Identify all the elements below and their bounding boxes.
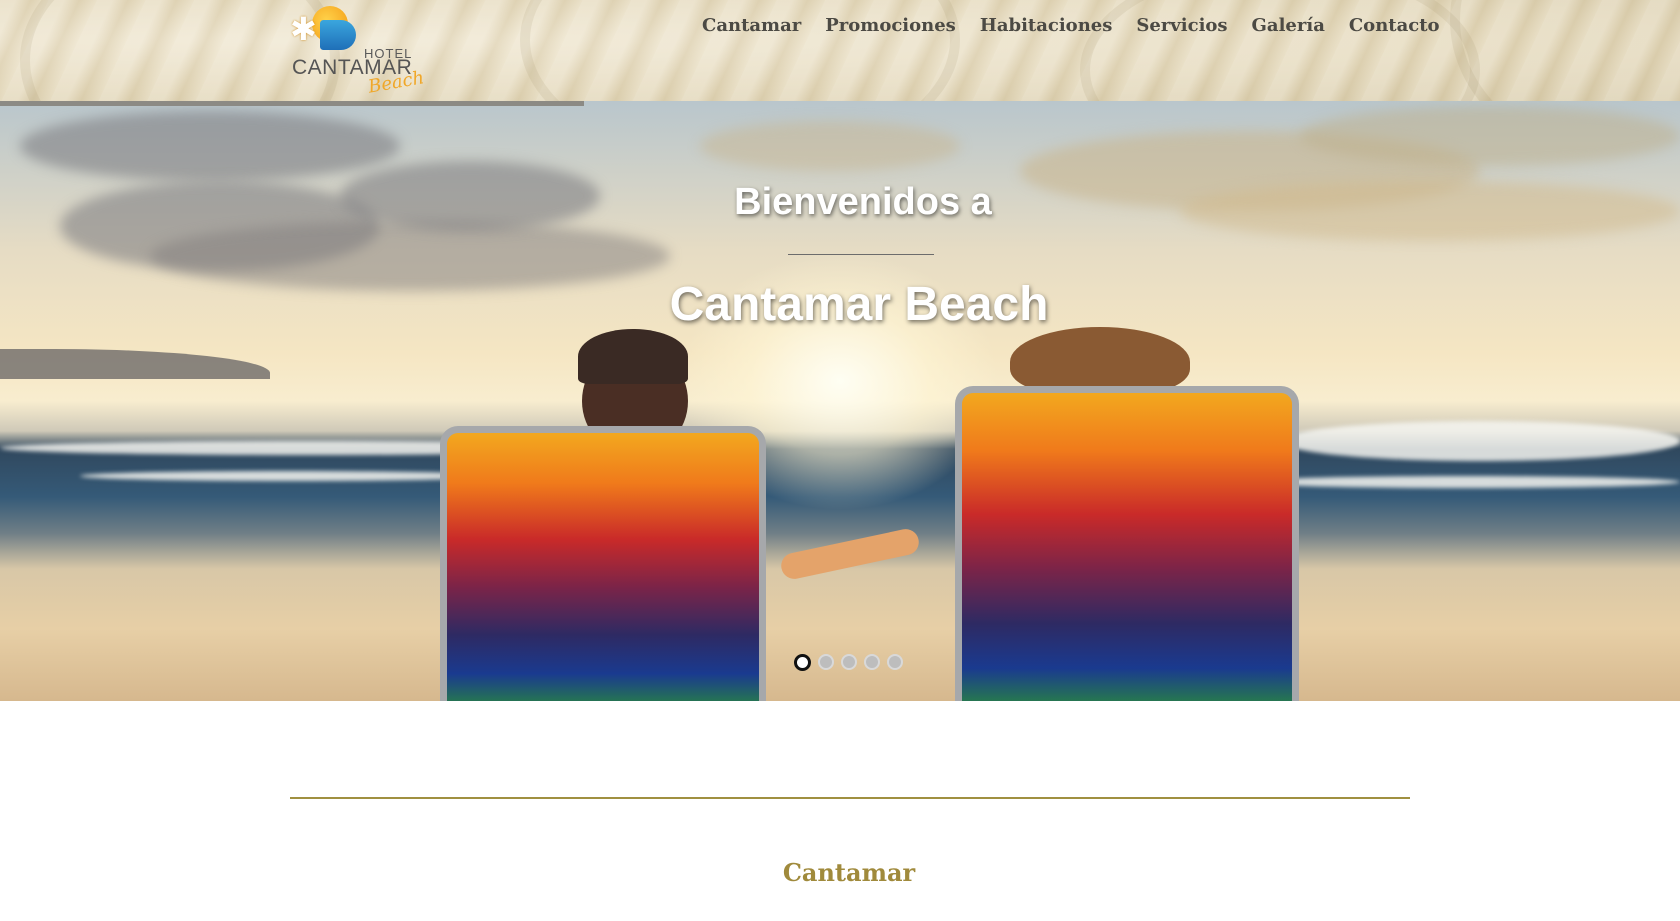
slider-dot-3[interactable] [841,654,857,670]
sand-texture [1450,0,1680,101]
slider-dot-1[interactable] [794,654,811,671]
section-divider [290,797,1410,799]
slider-dot-2[interactable] [818,654,834,670]
slider-dot-4[interactable] [864,654,880,670]
hero-title-name: Cantamar Beach [669,278,1049,331]
cloud [700,121,960,171]
site-header: ✱ HOTEL CANTAMAR Beach Cantamar Promocio… [0,0,1680,101]
held-hands [778,526,922,582]
sea-icon [320,20,356,50]
slider-dot-5[interactable] [887,654,903,670]
cloud [20,111,400,181]
wave [1250,476,1680,488]
slider-pagination [794,654,903,671]
hotel-logo[interactable]: ✱ HOTEL CANTAMAR Beach [290,2,426,98]
wave [1280,421,1680,461]
palm-tree-icon: ✱ [290,10,317,48]
beach-chair [440,426,766,701]
nav-item-servicios[interactable]: Servicios [1124,14,1239,38]
nav-item-habitaciones[interactable]: Habitaciones [968,14,1125,38]
wave [80,471,500,481]
slider-progress-bar [0,101,584,106]
hero-separator [788,254,934,255]
hero-title-welcome: Bienvenidos a [734,181,992,223]
distant-land [0,349,270,379]
cloud [1300,106,1680,166]
cap [578,329,688,384]
nav-item-promociones[interactable]: Promociones [813,14,968,38]
main-nav: Cantamar Promociones Habitaciones Servic… [690,14,1452,38]
nav-item-cantamar[interactable]: Cantamar [690,14,813,38]
hero-slider: Bienvenidos a Cantamar Beach [0,101,1680,701]
nav-item-contacto[interactable]: Contacto [1337,14,1452,38]
section-title: Cantamar [782,858,916,887]
beach-chair [955,386,1299,701]
nav-item-galeria[interactable]: Galería [1240,14,1337,38]
